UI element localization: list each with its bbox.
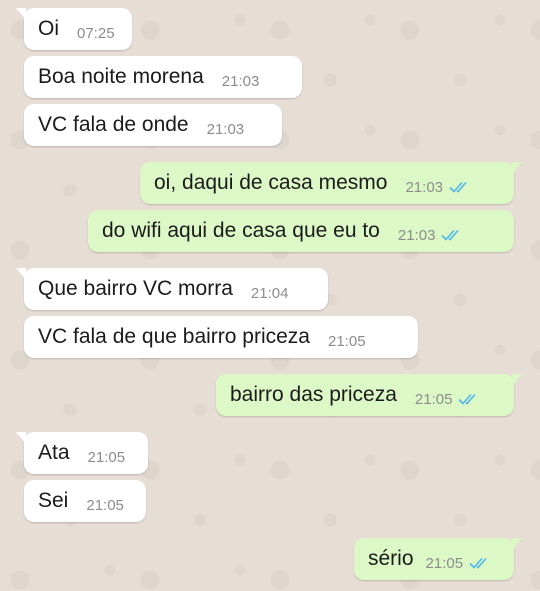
message-bubble-incoming[interactable]: Sei 21:05 xyxy=(24,480,146,522)
message-text: do wifi aqui de casa que eu to xyxy=(102,219,380,242)
message-timestamp: 21:03 xyxy=(221,72,260,90)
message-text: Oi xyxy=(38,17,59,40)
double-check-icon xyxy=(469,556,491,570)
message-text: bairro das priceza xyxy=(230,383,397,406)
message-timestamp: 21:03 xyxy=(405,178,444,196)
message-timestamp: 21:04 xyxy=(250,284,289,302)
message-timestamp: 21:05 xyxy=(87,448,126,466)
message-bubble-outgoing[interactable]: do wifi aqui de casa que eu to 21:03 xyxy=(88,210,514,252)
message-bubble-incoming[interactable]: Boa noite morena 21:03 xyxy=(24,56,302,98)
double-check-icon xyxy=(441,228,463,242)
message-text: Ata xyxy=(38,441,70,464)
message-bubble-incoming[interactable]: Ata 21:05 xyxy=(16,432,148,474)
message-bubble-outgoing[interactable]: oi, daqui de casa mesmo 21:03 xyxy=(140,162,522,204)
message-bubble-incoming[interactable]: Que bairro VC morra 21:04 xyxy=(16,268,328,310)
message-timestamp: 21:05 xyxy=(414,390,453,408)
message-text: Que bairro VC morra xyxy=(38,277,233,300)
message-text: sério xyxy=(368,547,414,570)
message-timestamp: 21:05 xyxy=(425,554,464,572)
message-bubble-incoming[interactable]: VC fala de onde 21:03 xyxy=(24,104,282,146)
message-text: Sei xyxy=(38,489,69,512)
message-bubble-outgoing[interactable]: sério 21:05 xyxy=(354,538,522,580)
double-check-icon xyxy=(449,180,471,194)
double-check-icon xyxy=(458,392,480,406)
message-text: oi, daqui de casa mesmo xyxy=(154,171,388,194)
message-timestamp: 21:05 xyxy=(86,496,124,514)
message-text: VC fala de que bairro priceza xyxy=(38,325,310,348)
message-timestamp: 21:05 xyxy=(328,332,366,350)
message-text: Boa noite morena xyxy=(38,65,204,88)
message-timestamp: 21:03 xyxy=(206,120,245,138)
message-bubble-incoming[interactable]: VC fala de que bairro priceza 21:05 xyxy=(24,316,418,358)
message-text: VC fala de onde xyxy=(38,113,189,136)
message-bubble-outgoing[interactable]: bairro das priceza 21:05 xyxy=(216,374,522,416)
message-bubble-incoming[interactable]: Oi 07:25 xyxy=(16,8,132,50)
message-timestamp: 07:25 xyxy=(77,24,115,42)
message-timestamp: 21:03 xyxy=(397,226,436,244)
